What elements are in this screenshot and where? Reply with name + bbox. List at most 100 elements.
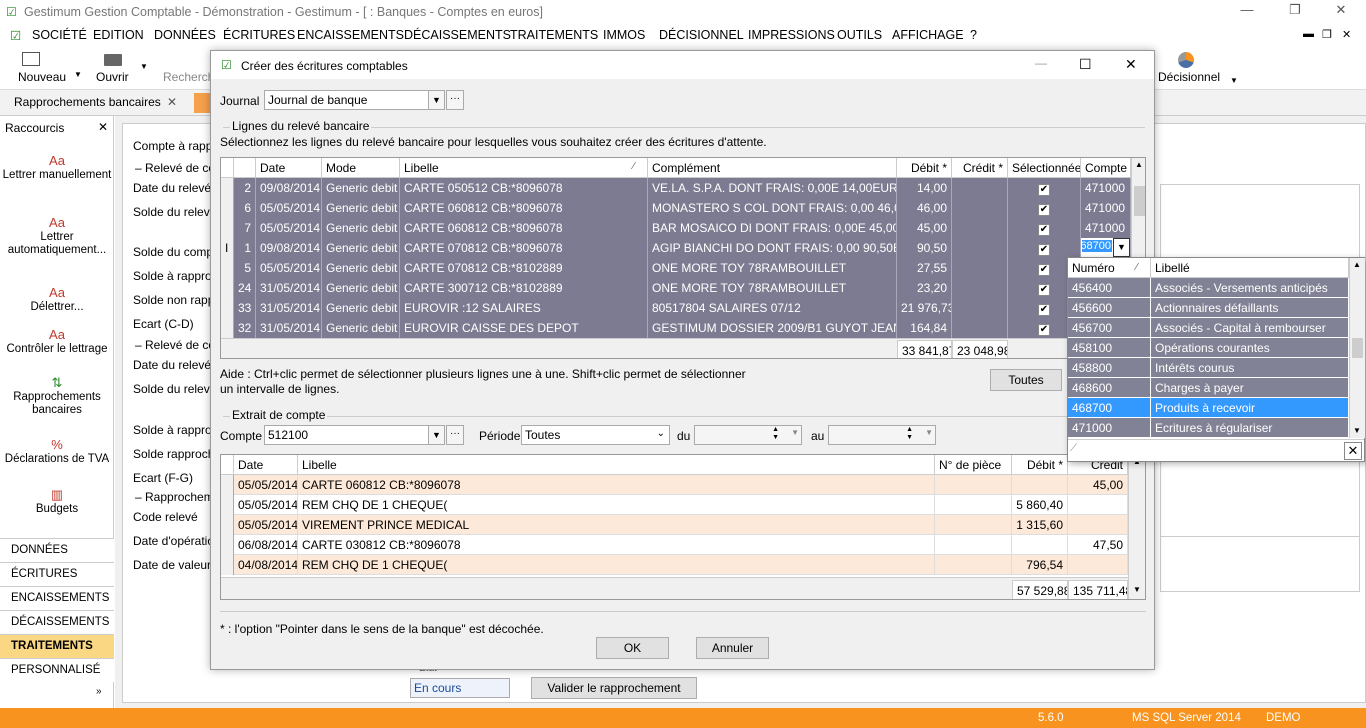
cell-lib[interactable]: Actionnaires défaillants [1151,298,1349,318]
menu-traitements[interactable]: TRAITEMENTS [510,28,598,42]
cell-n[interactable]: 32 [234,318,256,338]
dialog-maximize-icon[interactable]: ☐ [1079,56,1092,73]
table-row[interactable]: 05/05/2014 CARTE 060812 CB:*8096078 45,00 [221,475,1128,495]
cell-mode[interactable]: Generic debit [322,318,400,338]
cell-debit[interactable]: 45,00 [897,218,952,238]
cell-lib[interactable]: CARTE 050512 CB:*8096078 [400,178,648,198]
cell-n[interactable]: 1 [234,238,256,258]
periode-select[interactable]: Toutes ⌄ [521,425,670,445]
checkbox[interactable]: ✔ [1038,324,1050,336]
cell-date[interactable]: 09/08/2014 [256,178,322,198]
menu-immos[interactable]: IMMOS [603,28,645,42]
cell-credit[interactable]: 47,50 [1068,535,1128,555]
table-row[interactable]: 33 31/05/2014 Generic debit EUROVIR :12 SAL… [221,298,1131,318]
row-indicator[interactable] [221,318,234,338]
resize-grip-icon[interactable]: ⟋ [1070,443,1077,454]
row-indicator[interactable]: I [221,238,234,258]
col-header-numero[interactable]: Numéro [1068,258,1151,278]
cell-lib[interactable]: Associés - Versements anticipés [1151,278,1349,298]
nav-encaissements[interactable]: ENCAISSEMENTS [0,586,114,610]
cell-comp[interactable]: MONASTERO S COL DONT FRAIS: 0,00 46,00EU [648,198,897,218]
chevron-down-icon[interactable]: ▼ [1113,238,1130,257]
table-row[interactable]: 2 09/08/2014 Generic debit CARTE 050512 CB:… [221,178,1131,198]
checkbox[interactable]: ✔ [1038,264,1050,276]
cell-date[interactable]: 04/08/2014 [234,555,298,575]
cell-comp[interactable]: GESTIMUM DOSSIER 2009/B1 GUYOT JEAN MA [648,318,897,338]
shortcut-lettrer-auto[interactable]: Aa Lettrer automatiquement... [2,216,112,257]
cell-compte[interactable]: 471000 [1081,198,1131,218]
minimize-icon[interactable]: — [1232,2,1262,22]
cell-comp[interactable]: ONE MORE TOY 78RAMBOUILLET [648,278,897,298]
cell-n[interactable]: 5 [234,258,256,278]
cell-n[interactable]: 2 [234,178,256,198]
table-row[interactable]: 6 05/05/2014 Generic debit CARTE 060812 CB:… [221,198,1131,218]
col-header-date[interactable]: Date [234,455,298,475]
cell-piece[interactable] [935,495,1012,515]
cell-debit[interactable] [1012,535,1068,555]
table-row[interactable]: 5 05/05/2014 Generic debit CARTE 070812 CB:… [221,258,1131,278]
popup-scrollbar[interactable]: ▲ ▼ [1349,258,1365,438]
popup-list-item[interactable]: 468700 Produits à recevoir [1068,398,1349,418]
cell-compte[interactable]: 471000 [1081,218,1131,238]
date-from-field[interactable]: ▲ ▼ ▼ [694,425,802,445]
new-button[interactable]: Nouveau [18,70,66,84]
col-header-piece[interactable]: N° de pièce [935,455,1012,475]
cell-lib[interactable]: CARTE 060812 CB:*8096078 [298,475,935,495]
mdi-restore-icon[interactable]: ❐ [1322,28,1332,41]
cancel-button[interactable]: Annuler [696,637,769,659]
nav-donnees[interactable]: DONNÉES [0,538,114,562]
cell-lib[interactable]: Intérêts courus [1151,358,1349,378]
chevron-down-icon[interactable]: ▼ [428,91,444,109]
col-header-compte[interactable]: Compte [1081,158,1131,178]
cell-date[interactable]: 06/08/2014 [234,535,298,555]
col-header-complement[interactable]: Complément [648,158,897,178]
cell-credit[interactable] [952,258,1008,278]
cell-mode[interactable]: Generic debit [322,198,400,218]
scroll-down-icon[interactable]: ▼ [1133,585,1141,594]
row-indicator[interactable] [221,218,234,238]
cell-num[interactable]: 468700 [1068,398,1151,418]
cell-mode[interactable]: Generic debit [322,298,400,318]
cell-compte[interactable]: 468700▼ [1081,238,1131,258]
table-row[interactable]: 05/05/2014 REM CHQ DE 1 CHEQUE(5 860,40 [221,495,1128,515]
shortcut-budgets[interactable]: ▥ Budgets [2,488,112,516]
date-to-field[interactable]: ▲ ▼ ▼ [828,425,936,445]
col-header-selectionnee[interactable]: Sélectionnée [1008,158,1081,178]
shortcut-tva[interactable]: % Déclarations de TVA [2,438,112,466]
cell-comp[interactable]: VE.LA. S.P.A. DONT FRAIS: 0,00E 14,00EUR… [648,178,897,198]
table-row[interactable]: 04/08/2014 REM CHQ DE 1 CHEQUE(796,54 [221,555,1128,575]
checkbox[interactable]: ✔ [1038,304,1050,316]
table-row[interactable]: 7 05/05/2014 Generic debit CARTE 060812 CB:… [221,218,1131,238]
nav-ecritures[interactable]: ÉCRITURES [0,562,114,586]
nav-traitements[interactable]: TRAITEMENTS [0,634,114,658]
spin-icon[interactable]: ▲ ▼ [772,426,779,442]
ok-button[interactable]: OK [596,637,669,659]
popup-list-item[interactable]: 456600 Actionnaires défaillants [1068,298,1349,318]
spin-icon[interactable]: ▲ ▼ [906,426,913,442]
row-indicator[interactable] [221,515,234,535]
menu-encaissements[interactable]: ENCAISSEMENTS [297,28,404,42]
etat-field[interactable]: En cours [410,678,510,698]
cell-comp[interactable]: 80517804 SALAIRES 07/12 [648,298,897,318]
checkbox[interactable]: ✔ [1038,184,1050,196]
checkbox[interactable]: ✔ [1038,244,1050,256]
popup-close-icon[interactable]: ✕ [1344,442,1362,460]
cell-credit[interactable] [952,298,1008,318]
cell-num[interactable]: 468600 [1068,378,1151,398]
dialog-minimize-icon[interactable]: — [1035,56,1047,70]
cell-date[interactable]: 05/05/2014 [234,475,298,495]
cell-mode[interactable]: Generic debit [322,258,400,278]
cell-credit[interactable] [952,178,1008,198]
chevron-down-icon[interactable]: ▼ [428,426,444,444]
journal-ellipsis-button[interactable]: ··· [446,90,464,110]
popup-list-item[interactable]: 456700 Associés - Capital à rembourser [1068,318,1349,338]
dialog-close-icon[interactable]: ✕ [1125,56,1137,73]
cell-debit[interactable]: 27,55 [897,258,952,278]
table-row[interactable]: 06/08/2014 CARTE 030812 CB:*8096078 47,50 [221,535,1128,555]
col-header-libelle[interactable]: Libellé [1151,258,1349,278]
menu-edition[interactable]: EDITION [93,28,144,42]
cell-lib[interactable]: EUROVIR CAISSE DES DEPOT [400,318,648,338]
cell-credit[interactable] [952,238,1008,258]
cell-selected[interactable]: ✔ [1008,178,1081,198]
cell-comp[interactable]: ONE MORE TOY 78RAMBOUILLET [648,258,897,278]
